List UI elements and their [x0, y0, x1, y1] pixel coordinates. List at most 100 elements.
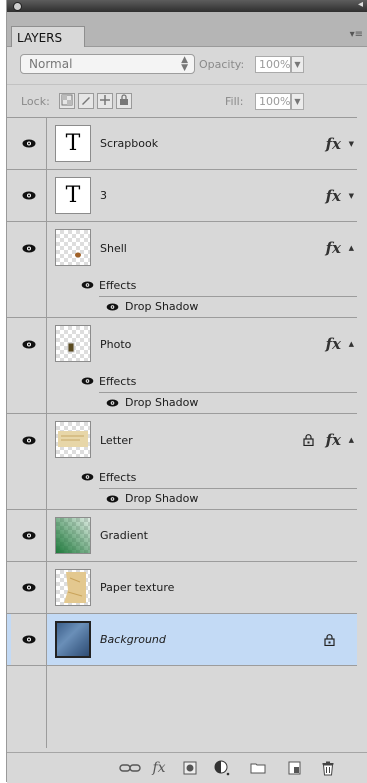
layer-thumbnail [55, 229, 91, 266]
effect-visibility-icon[interactable] [106, 296, 119, 317]
opacity-input[interactable]: 100% [255, 56, 291, 73]
eye-column-blank [11, 370, 47, 392]
layer-thumbnail [55, 621, 91, 658]
layer-row-scrapbook[interactable]: T Scrapbook fx ▼ [7, 118, 357, 170]
layer-row-background[interactable]: Background [7, 614, 357, 666]
layer-effects-icon[interactable]: fx [326, 222, 341, 274]
layer-effects-icon[interactable]: fx [326, 414, 341, 466]
tab-layers[interactable]: LAYERS [11, 26, 85, 47]
layer-name[interactable]: Gradient [100, 510, 148, 561]
layer-thumbnail: T [55, 177, 91, 214]
expand-triangle-icon[interactable]: ▼ [349, 118, 354, 169]
layer-thumbnail: T [55, 125, 91, 162]
fill-input[interactable]: 100% [255, 93, 291, 110]
effect-row-drop-shadow[interactable]: Drop Shadow [7, 296, 357, 318]
collapse-triangle-icon[interactable]: ▲ [349, 222, 354, 274]
effect-row-drop-shadow[interactable]: Drop Shadow [7, 488, 357, 510]
layers-panel: ◂ LAYERS ▾≡ Normal ▲ ▼ Opacity: 100% ▼ Lo… [6, 0, 367, 783]
layer-lock-icon [324, 614, 335, 665]
fill-dropdown-icon[interactable]: ▼ [291, 93, 304, 110]
delete-layer-icon[interactable] [317, 759, 339, 777]
eye-column-blank [11, 296, 47, 317]
panel-titlebar[interactable]: ◂ [7, 0, 367, 12]
layer-thumbnail [55, 325, 91, 362]
visibility-eye-icon[interactable] [11, 510, 47, 561]
layer-name[interactable]: Background [100, 614, 166, 665]
layer-thumbnail [55, 517, 91, 554]
layer-name[interactable]: Scrapbook [100, 118, 158, 169]
eye-column-blank [11, 392, 47, 413]
layer-style-icon[interactable]: fx [148, 759, 170, 777]
eye-column-blank [11, 466, 47, 488]
layer-effects-icon[interactable]: fx [326, 318, 341, 370]
effects-label[interactable]: Effects [99, 274, 136, 296]
effect-visibility-icon[interactable] [106, 488, 119, 509]
effects-row[interactable]: Effects [7, 370, 357, 393]
empty-list-area [7, 666, 357, 748]
layer-effects-icon[interactable]: fx [326, 170, 341, 221]
expand-triangle-icon[interactable]: ▼ [349, 170, 354, 221]
panel-footer: fx [7, 752, 367, 783]
lock-fill-row: Lock: Fill: 100% ▼ [7, 84, 367, 115]
layer-name[interactable]: Shell [100, 222, 127, 274]
close-icon[interactable] [13, 2, 22, 11]
panel-menu-icon[interactable]: ▾≡ [350, 29, 363, 40]
collapse-triangle-icon[interactable]: ▲ [349, 318, 354, 370]
layer-name[interactable]: Photo [100, 318, 131, 370]
effects-visibility-icon[interactable] [81, 274, 94, 296]
visibility-eye-icon[interactable] [11, 170, 47, 221]
link-layers-icon[interactable] [117, 759, 143, 777]
lock-image-icon[interactable] [78, 93, 94, 109]
eye-column-blank [11, 274, 47, 296]
effect-name[interactable]: Drop Shadow [125, 392, 198, 413]
layer-row-letter[interactable]: Letter fx ▲ [7, 414, 357, 466]
new-layer-icon[interactable] [283, 759, 305, 777]
opacity-label: Opacity: [199, 58, 245, 71]
visibility-eye-icon[interactable] [11, 614, 47, 665]
layer-row-gradient[interactable]: Gradient [7, 510, 357, 562]
effects-visibility-icon[interactable] [81, 466, 94, 488]
lock-position-icon[interactable] [97, 93, 113, 109]
layer-row-3[interactable]: T 3 fx ▼ [7, 170, 357, 222]
opacity-dropdown-icon[interactable]: ▼ [291, 56, 304, 73]
effects-label[interactable]: Effects [99, 466, 136, 488]
effects-row[interactable]: Effects [7, 274, 357, 297]
layer-effects-icon[interactable]: fx [326, 118, 341, 169]
visibility-eye-icon[interactable] [11, 414, 47, 466]
layer-lock-icon [303, 414, 314, 466]
blend-mode-value: Normal [29, 57, 73, 71]
select-arrows-icon: ▲ ▼ [181, 55, 188, 73]
effect-name[interactable]: Drop Shadow [125, 488, 198, 509]
collapse-triangle-icon[interactable]: ▲ [349, 414, 354, 466]
layer-thumbnail [55, 569, 91, 606]
visibility-eye-icon[interactable] [11, 562, 47, 613]
visibility-eye-icon[interactable] [11, 318, 47, 370]
blend-mode-select[interactable]: Normal ▲ ▼ [20, 54, 195, 74]
layer-row-shell[interactable]: Shell fx ▲ [7, 222, 357, 274]
adjustment-layer-icon[interactable] [211, 759, 233, 777]
effect-visibility-icon[interactable] [106, 392, 119, 413]
collapse-icon[interactable]: ◂ [358, 0, 363, 10]
effect-row-drop-shadow[interactable]: Drop Shadow [7, 392, 357, 414]
effect-name[interactable]: Drop Shadow [125, 296, 198, 317]
lock-transparent-icon[interactable] [59, 93, 75, 109]
fill-label: Fill: [225, 95, 244, 108]
lock-label: Lock: [21, 95, 50, 108]
effects-label[interactable]: Effects [99, 370, 136, 392]
visibility-eye-icon[interactable] [11, 118, 47, 169]
layer-row-photo[interactable]: Photo fx ▲ [7, 318, 357, 370]
eye-column-divider [46, 666, 47, 748]
effects-row[interactable]: Effects [7, 466, 357, 489]
layer-mask-icon[interactable] [179, 759, 201, 777]
layer-row-paper-texture[interactable]: Paper texture [7, 562, 357, 614]
layer-name[interactable]: Letter [100, 414, 133, 466]
effects-visibility-icon[interactable] [81, 370, 94, 392]
new-group-icon[interactable] [247, 759, 269, 777]
tab-bar: LAYERS ▾≡ [7, 12, 367, 47]
eye-column-blank [11, 488, 47, 509]
layer-name[interactable]: 3 [100, 170, 107, 221]
visibility-eye-icon[interactable] [11, 222, 47, 274]
layer-name[interactable]: Paper texture [100, 562, 174, 613]
layer-thumbnail [55, 421, 91, 458]
lock-all-icon[interactable] [116, 93, 132, 109]
